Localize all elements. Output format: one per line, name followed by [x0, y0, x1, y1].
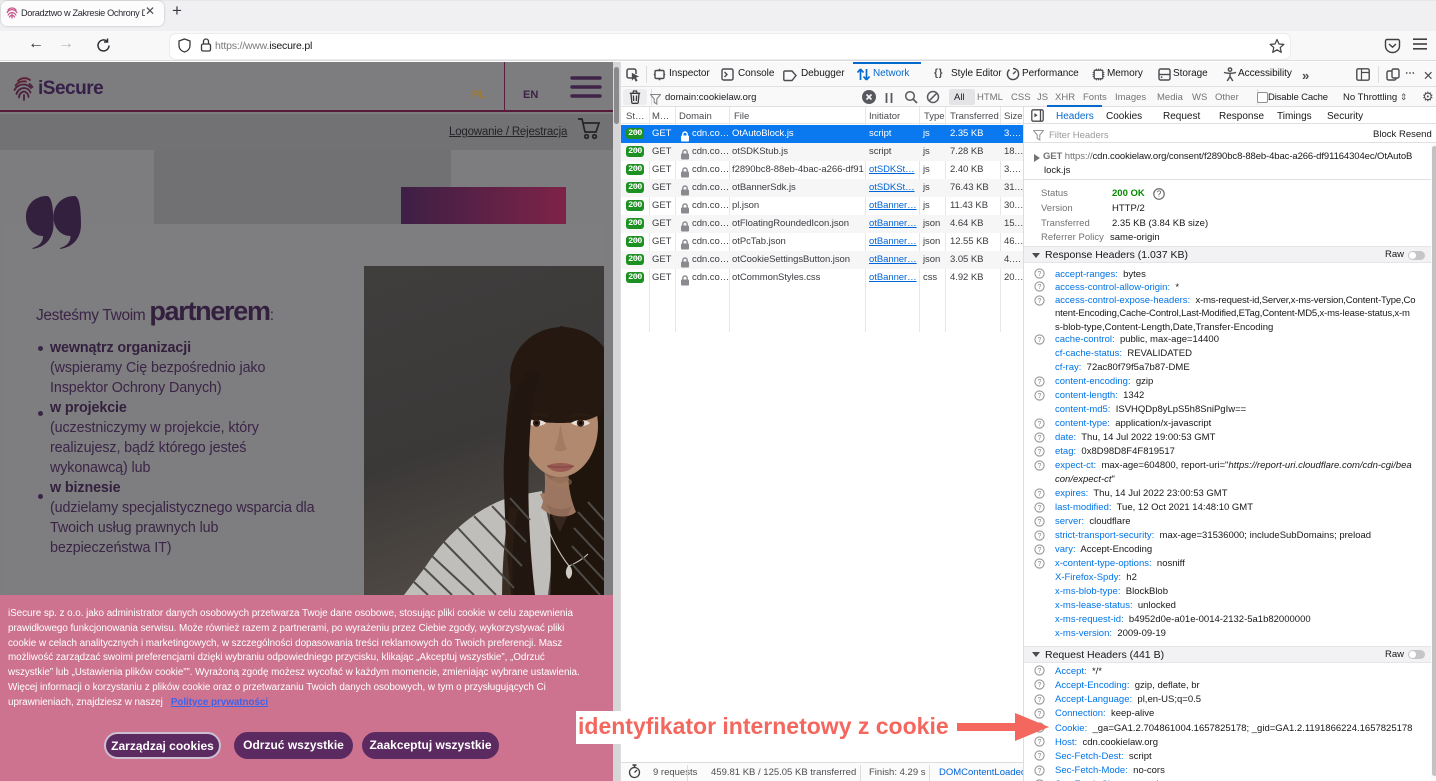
svg-text:?: ?	[1157, 190, 1162, 199]
